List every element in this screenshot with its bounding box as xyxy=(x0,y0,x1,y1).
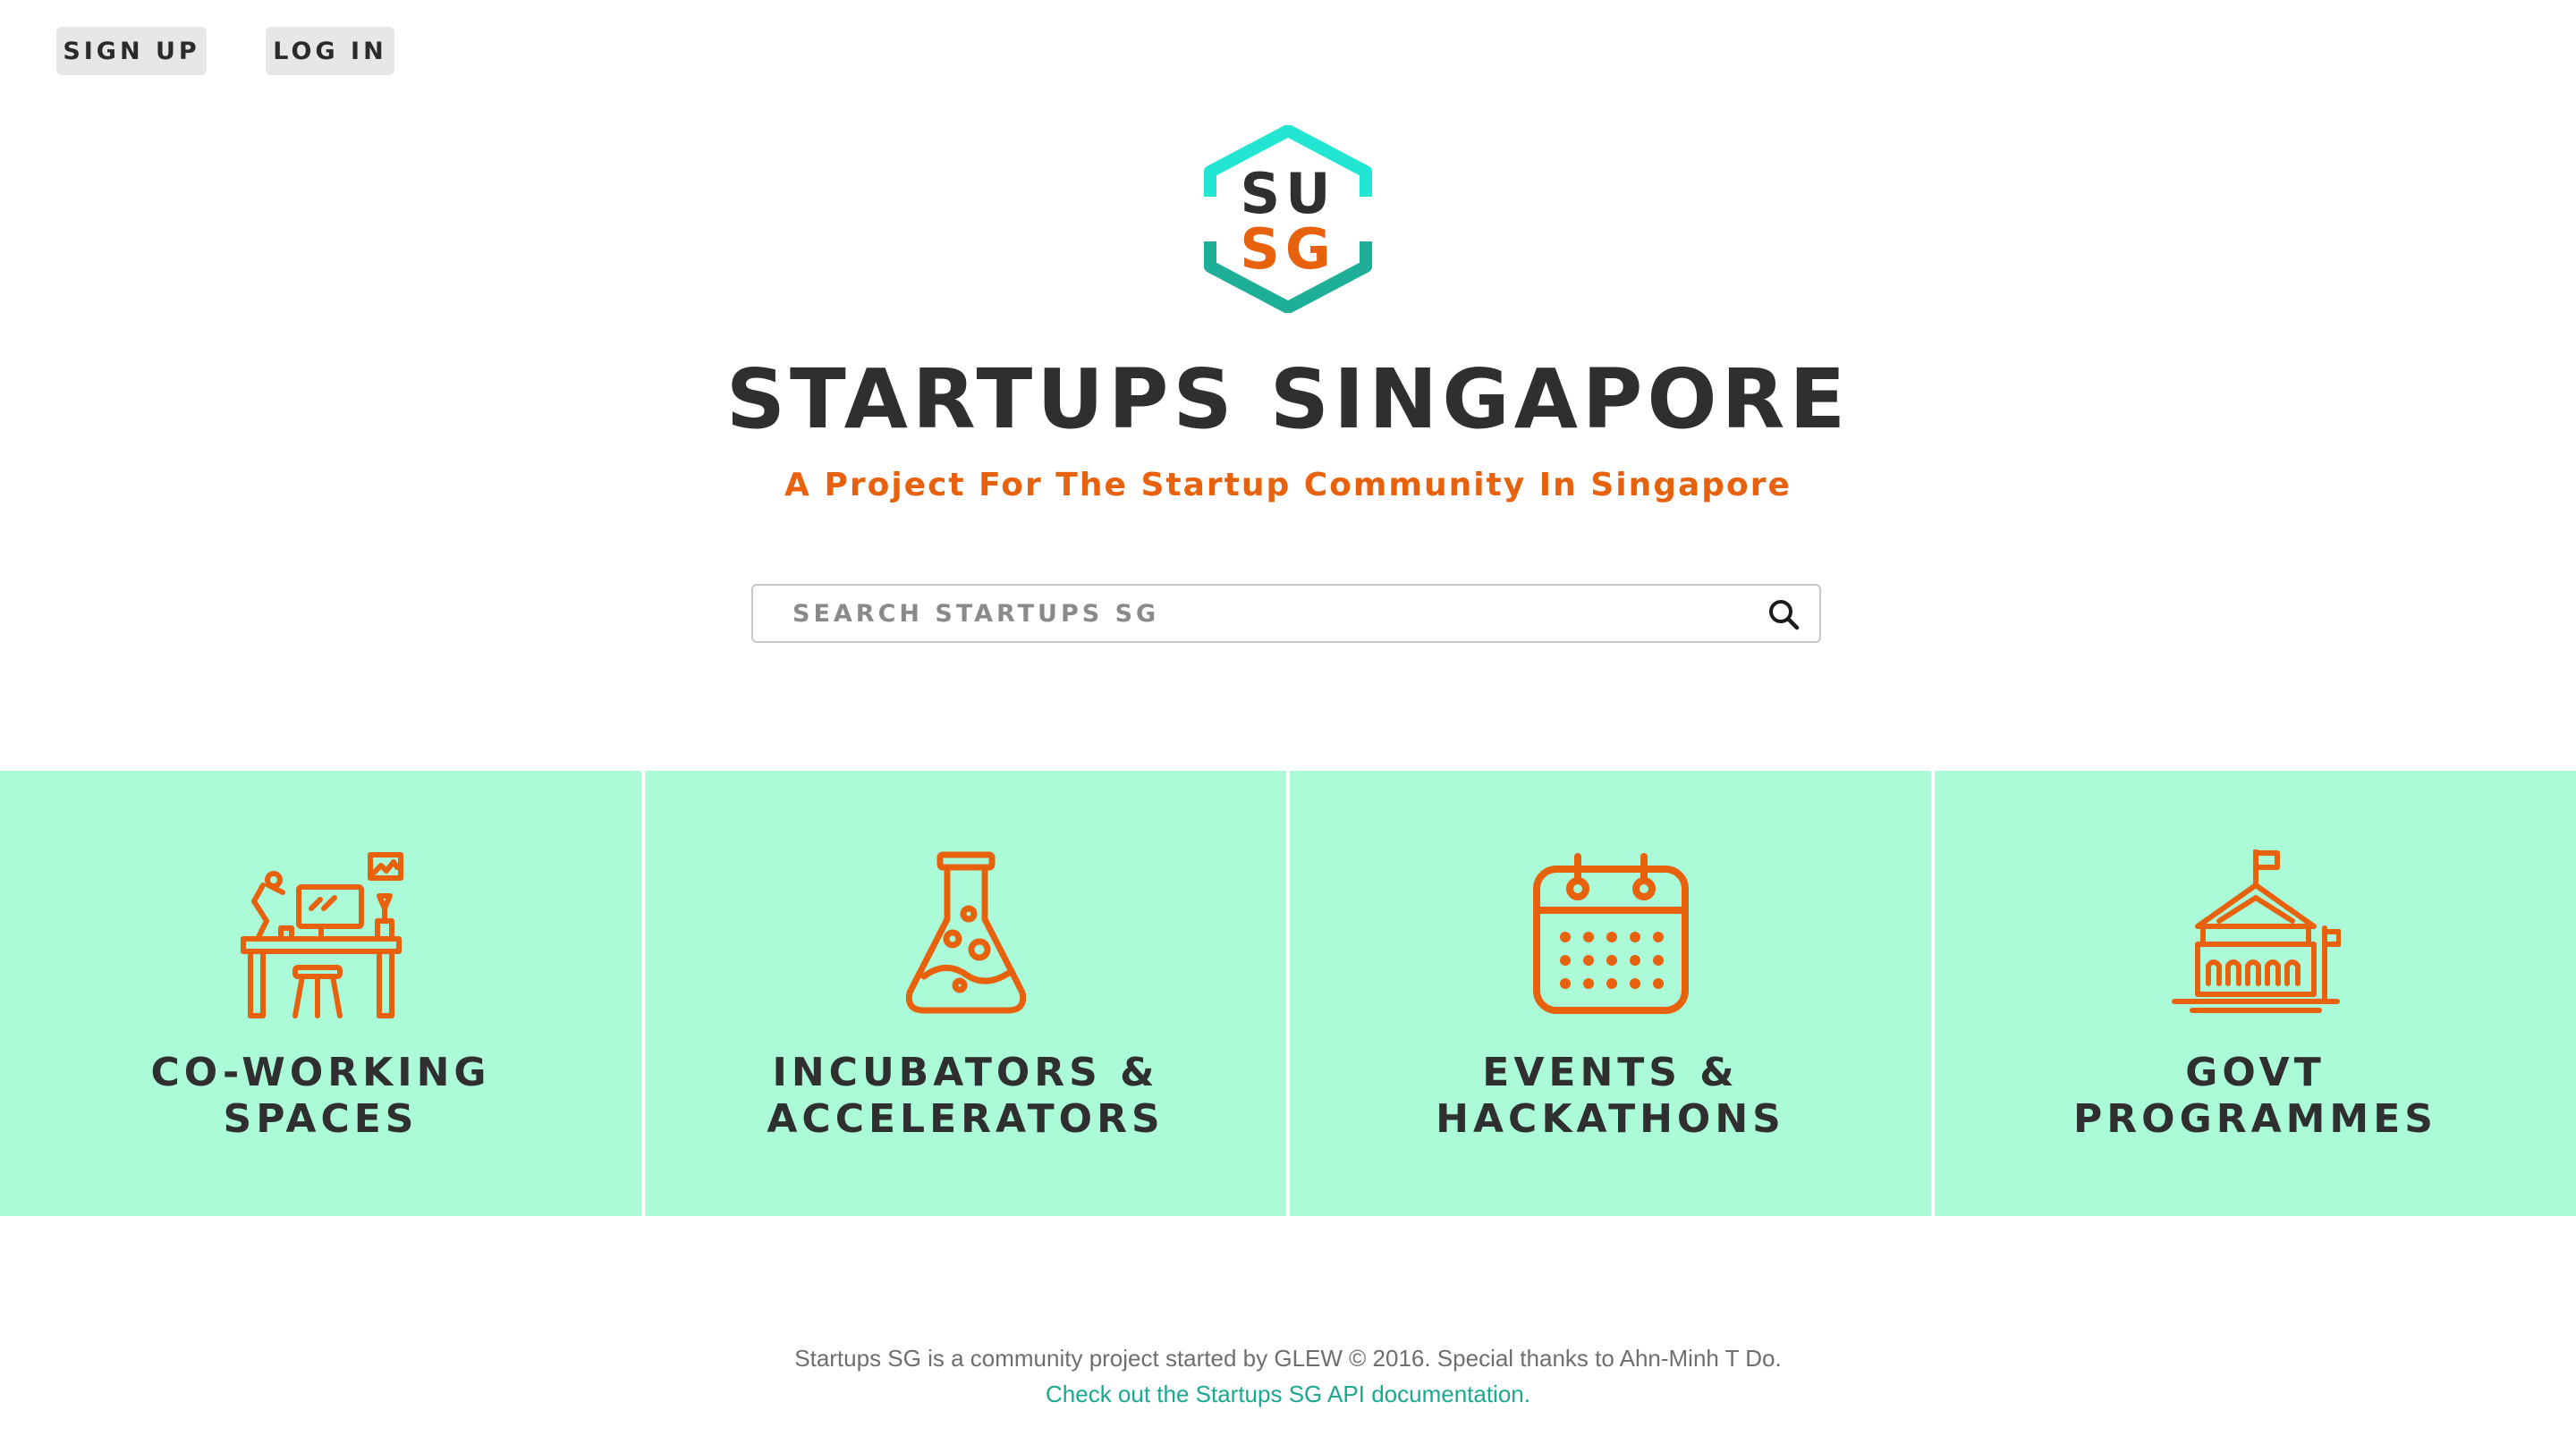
tile-incubators-accelerators[interactable]: INCUBATORS & ACCELERATORS xyxy=(645,771,1286,1216)
tile-label: INCUBATORS & ACCELERATORS xyxy=(767,1050,1165,1142)
tile-label: GOVT PROGRAMMES xyxy=(2073,1050,2437,1142)
login-button[interactable]: LOG IN xyxy=(266,27,394,75)
tile-coworking-spaces[interactable]: CO-WORKING SPACES xyxy=(0,771,641,1216)
flask-icon xyxy=(905,851,1026,1014)
susg-logo: SU SG xyxy=(1204,125,1372,313)
tile-govt-programmes[interactable]: GOVT PROGRAMMES xyxy=(1935,771,2576,1216)
search-bar xyxy=(751,584,1821,643)
logo-line2: SG xyxy=(1240,216,1336,282)
signup-button[interactable]: SIGN UP xyxy=(56,27,207,75)
page: SIGN UP LOG IN SU SG STARTUPS SINGAPORE … xyxy=(0,0,2576,1436)
footer-text: Startups SG is a community project start… xyxy=(794,1345,1782,1372)
government-building-icon xyxy=(2171,849,2341,1013)
search-icon[interactable] xyxy=(1767,598,1800,630)
tagline: A Project For The Startup Community In S… xyxy=(784,467,1792,503)
search-input[interactable] xyxy=(753,586,1737,641)
tile-events-hackathons[interactable]: EVENTS & HACKATHONS xyxy=(1290,771,1931,1216)
site-title: STARTUPS SINGAPORE xyxy=(725,351,1851,447)
tile-label: EVENTS & HACKATHONS xyxy=(1436,1050,1785,1142)
category-tiles: CO-WORKING SPACES INCUBATORS & ACCELERAT… xyxy=(0,771,2576,1216)
calendar-icon xyxy=(1532,853,1689,1014)
api-docs-link[interactable]: Check out the Startups SG API documentat… xyxy=(0,1381,2576,1408)
tile-label: CO-WORKING SPACES xyxy=(150,1050,491,1142)
desk-icon xyxy=(240,852,403,1018)
